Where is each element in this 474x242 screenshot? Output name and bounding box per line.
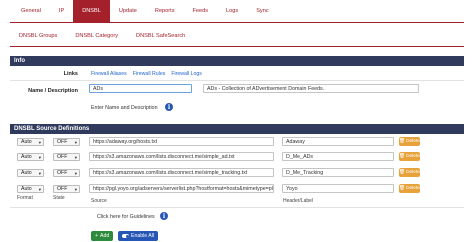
delete-label: Delete: [406, 186, 420, 191]
chevron-down-icon: ▾: [38, 187, 41, 192]
header-label-input[interactable]: Adaway: [282, 137, 394, 146]
links-label: Links: [63, 71, 78, 77]
state-select[interactable]: OFF ▾: [53, 138, 80, 146]
delete-button[interactable]: 🗑 Delete: [399, 152, 420, 161]
name-description-label: Name / Description: [28, 88, 78, 94]
chevron-down-icon: ▾: [74, 187, 77, 192]
state-value: OFF: [57, 154, 68, 160]
info-panel-title: Info: [14, 58, 25, 64]
name-description-hint: Enter Name and Description: [91, 105, 158, 111]
chevron-down-icon: ▾: [74, 171, 77, 176]
trash-icon: 🗑: [399, 154, 406, 159]
tab-logs[interactable]: Logs: [217, 0, 247, 22]
source-panel-title: DNSBL Source Definitions: [14, 126, 90, 132]
header-label-input[interactable]: D_Me_ADs: [282, 152, 394, 161]
state-select[interactable]: OFF ▾: [53, 169, 80, 177]
format-value: Auto: [21, 154, 32, 160]
delete-label: Delete: [406, 170, 420, 175]
format-select[interactable]: Auto ▾: [17, 153, 44, 161]
guidelines-text[interactable]: Click here for Guidelines: [97, 214, 155, 220]
source-url-input[interactable]: https://s3.amazonaws.com/lists.disconnec…: [89, 168, 274, 177]
name-input[interactable]: ADs: [89, 84, 192, 93]
info-icon[interactable]: i: [160, 212, 168, 220]
tab-dnsbl-category[interactable]: DNSBL Category: [66, 33, 127, 39]
enable-all-button[interactable]: Enable All: [118, 231, 159, 241]
tab-feeds[interactable]: Feeds: [184, 0, 218, 22]
tab-dnsbl-safesearch[interactable]: DNSBL SafeSearch: [127, 33, 194, 39]
tab-sync[interactable]: Sync: [247, 0, 277, 22]
format-value: Auto: [21, 170, 32, 176]
trash-icon: 🗑: [399, 139, 406, 144]
toggle-icon: [122, 234, 129, 238]
source-url-input[interactable]: https://adaway.org/hosts.txt: [89, 137, 274, 146]
sub-tab-divider: [10, 46, 464, 47]
top-tab-divider: [10, 22, 464, 23]
chevron-down-icon: ▾: [38, 171, 41, 176]
sub-tab-bar: DNSBL Groups DNSBL Category DNSBL SafeSe…: [10, 28, 194, 44]
link-firewall-aliases[interactable]: Firewall Aliases: [91, 71, 127, 77]
tab-update[interactable]: Update: [110, 0, 146, 22]
state-value: OFF: [57, 186, 68, 192]
source-column-label: Source: [91, 198, 107, 204]
delete-button[interactable]: 🗑 Delete: [399, 137, 420, 146]
chevron-down-icon: ▾: [74, 140, 77, 145]
header-label-input[interactable]: D_Me_Tracking: [282, 168, 394, 177]
format-select[interactable]: Auto ▾: [17, 169, 44, 177]
chevron-down-icon: ▾: [38, 140, 41, 145]
format-value: Auto: [21, 186, 32, 192]
format-column-label: Format: [17, 195, 33, 201]
trash-icon: 🗑: [399, 186, 406, 191]
tab-dnsbl-groups[interactable]: DNSBL Groups: [10, 33, 66, 39]
description-input[interactable]: ADs - Collection of ADvertisement Domain…: [203, 84, 419, 93]
info-panel-header: Info: [10, 56, 464, 66]
delete-button[interactable]: 🗑 Delete: [399, 184, 420, 193]
chevron-down-icon: ▾: [38, 155, 41, 160]
tab-general[interactable]: General: [12, 0, 50, 22]
link-firewall-logs[interactable]: Firewall Logs: [171, 71, 202, 77]
info-icon[interactable]: i: [165, 103, 173, 111]
format-select[interactable]: Auto ▾: [17, 185, 44, 193]
enable-all-label: Enable All: [131, 233, 155, 239]
format-select[interactable]: Auto ▾: [17, 138, 44, 146]
state-value: OFF: [57, 139, 68, 145]
trash-icon: 🗑: [399, 170, 406, 175]
state-select[interactable]: OFF ▾: [53, 153, 80, 161]
format-value: Auto: [21, 139, 32, 145]
state-column-label: State: [53, 195, 65, 201]
source-panel-header: DNSBL Source Definitions: [10, 124, 464, 134]
divider: [10, 207, 464, 208]
tab-dnsbl[interactable]: DNSBL: [73, 0, 110, 22]
delete-label: Delete: [406, 154, 420, 159]
source-url-input[interactable]: https://pgl.yoyo.org/adservers/serverlis…: [89, 184, 274, 193]
tab-reports[interactable]: Reports: [146, 0, 184, 22]
header-label-input[interactable]: Yoyo: [282, 184, 394, 193]
chevron-down-icon: ▾: [74, 155, 77, 160]
link-firewall-rules[interactable]: Firewall Rules: [133, 71, 166, 77]
add-label: Add: [100, 233, 110, 239]
links-group: Firewall Aliases Firewall Rules Firewall…: [91, 71, 202, 77]
add-button[interactable]: + Add: [91, 231, 114, 241]
state-value: OFF: [57, 170, 68, 176]
top-tab-bar: General IP DNSBL Update Reports Feeds Lo…: [12, 0, 278, 22]
delete-label: Delete: [406, 139, 420, 144]
plus-icon: +: [95, 233, 99, 239]
tab-ip[interactable]: IP: [50, 0, 73, 22]
source-url-input[interactable]: https://s3.amazonaws.com/lists.disconnec…: [89, 152, 274, 161]
state-select[interactable]: OFF ▾: [53, 185, 80, 193]
header-column-label: Header/Label: [283, 198, 314, 204]
delete-button[interactable]: 🗑 Delete: [399, 168, 420, 177]
divider: [10, 80, 464, 81]
